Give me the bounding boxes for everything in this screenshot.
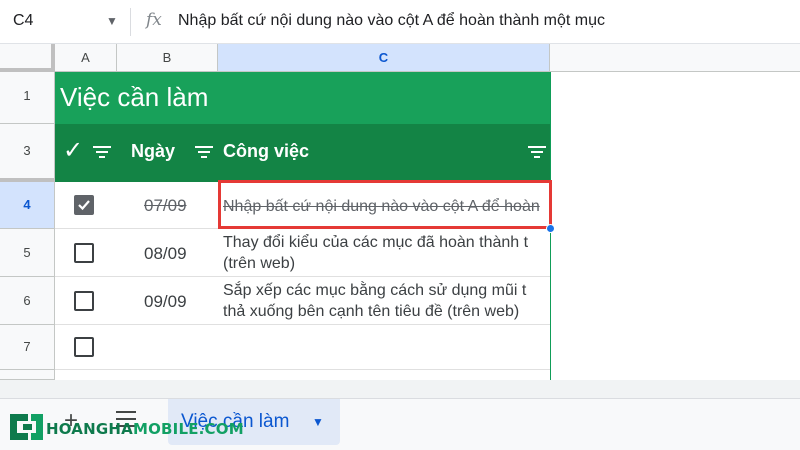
filter-icon[interactable] [528,146,546,160]
column-header-empty [550,44,800,72]
fx-icon: fx [146,10,162,30]
header-cell-task[interactable]: Công việc [218,124,550,182]
checkbox-checked[interactable] [74,195,94,215]
dropdown-arrow-icon[interactable]: ▼ [312,415,324,429]
row-header-3[interactable]: 3 [0,124,55,182]
name-box[interactable]: C4 ▼ [0,0,130,44]
table-row [55,325,550,370]
checkbox-cell[interactable] [55,277,117,324]
divider [130,8,131,36]
sheet-title-band: Việc cần làm [55,72,550,124]
column-header-b[interactable]: B [117,44,218,72]
date-cell[interactable]: 08/09 [117,229,218,276]
date-text: 09/09 [144,292,187,311]
header-cell-date[interactable]: Ngày [117,124,218,182]
cell-reference: C4 [13,12,34,29]
column-header-c[interactable]: C [218,44,550,72]
row-header-1[interactable]: 1 [0,72,55,124]
checkbox-cell[interactable] [55,182,117,228]
task-text-line2: thả xuống bên cạnh tên tiêu đề (trên web… [223,303,520,320]
task-text-line1: Sắp xếp các mục bằng cách sử dụng mũi t [223,282,527,299]
table-row: 09/09 Sắp xếp các mục bằng cách sử dụng … [55,277,550,325]
row-header-5[interactable]: 5 [0,229,55,277]
formula-bar: C4 ▼ fx Nhập bất cứ nội dung nào vào cột… [0,0,800,44]
dropdown-arrow-icon[interactable]: ▼ [106,14,118,28]
task-text-line1: Thay đổi kiểu của các mục đã hoàn thành … [223,234,529,251]
header-date-label: Ngày [131,141,176,161]
checkbox-cell[interactable] [55,325,117,369]
table-row: 08/09 Thay đổi kiểu của các mục đã hoàn … [55,229,550,277]
header-task-label: Công việc [223,141,310,161]
watermark-text: HOANGHAMOBILE.COM [46,420,244,438]
row-header-8[interactable] [0,370,55,380]
checkbox-unchecked[interactable] [74,337,94,357]
row-header-6[interactable]: 6 [0,277,55,325]
checkmark-icon: ✓ [63,137,84,164]
selected-cell-outline [218,180,552,229]
date-cell[interactable]: 09/09 [117,277,218,324]
row-header-4[interactable]: 4 [0,182,55,229]
horizontal-scrollbar[interactable] [0,380,800,398]
formula-input[interactable]: Nhập bất cứ nội dung nào vào cột A để ho… [178,12,605,30]
table-header-row: ✓ Ngày Công việc [55,124,550,182]
checkbox-unchecked[interactable] [74,243,94,263]
filter-icon[interactable] [93,146,111,160]
checkbox-unchecked[interactable] [74,291,94,311]
task-text-line2: (trên web) [223,255,296,272]
date-cell[interactable] [117,325,218,369]
filter-icon[interactable] [195,146,213,160]
select-all-corner[interactable] [0,44,55,72]
task-cell[interactable]: Thay đổi kiểu của các mục đã hoàn thành … [218,229,550,276]
task-cell[interactable]: Sắp xếp các mục bằng cách sử dụng mũi t … [218,277,550,324]
date-text: 08/09 [144,244,187,263]
fill-handle[interactable] [546,224,555,233]
sheet-title[interactable]: Việc cần làm [60,82,208,113]
column-header-a[interactable]: A [55,44,117,72]
watermark-logo [10,414,43,440]
date-cell[interactable]: 07/09 [117,182,218,228]
checkbox-cell[interactable] [55,229,117,276]
date-text: 07/09 [144,196,187,215]
empty-grid-area [550,72,800,380]
row-header-7[interactable]: 7 [0,325,55,370]
task-cell[interactable] [218,325,550,369]
header-cell-check[interactable]: ✓ [55,124,117,182]
